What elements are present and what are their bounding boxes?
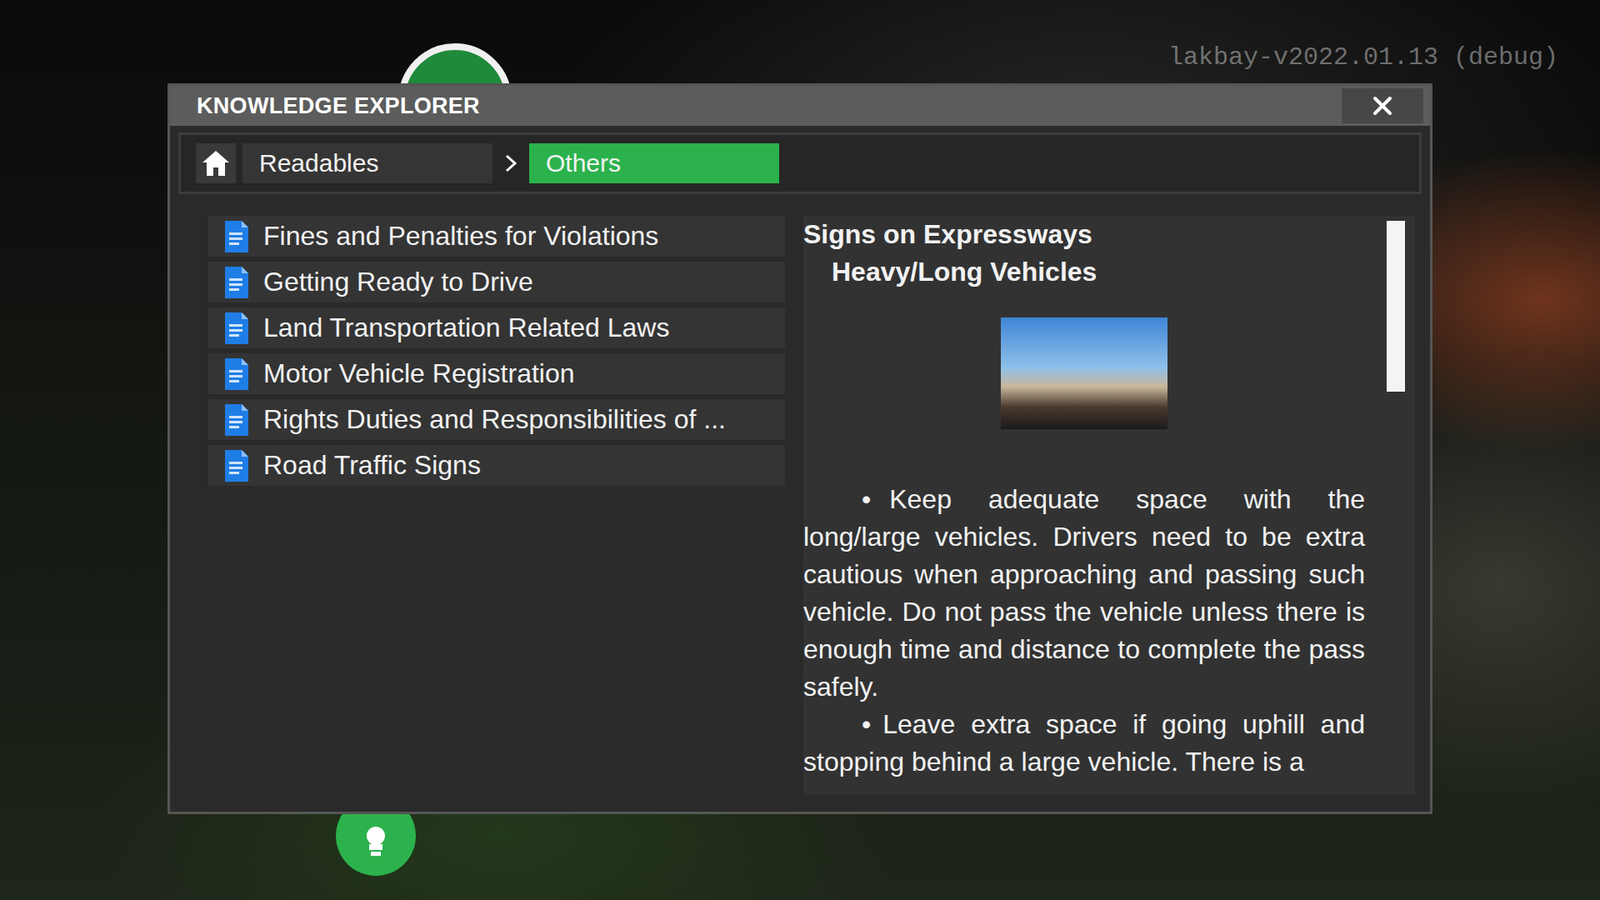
- document-item[interactable]: Fines and Penalties for Violations: [208, 215, 785, 257]
- document-title: Land Transportation Related Laws: [263, 312, 670, 344]
- article-photo: [1000, 317, 1168, 430]
- title-bar: KNOWLEDGE EXPLORER: [170, 85, 1430, 126]
- document-item[interactable]: Land Transportation Related Laws: [208, 307, 785, 349]
- document-icon: [223, 404, 249, 436]
- breadcrumb-bar: Readables Others: [178, 132, 1422, 195]
- article: Signs on Expressways Heavy/Long Vehicles •…: [803, 215, 1387, 795]
- document-icon: [223, 220, 249, 253]
- document-list: Fines and Penalties for Violations Gettin…: [208, 215, 785, 795]
- version-label: lakbay-v2022.01.13 (debug): [1168, 43, 1559, 72]
- document-title: Getting Ready to Drive: [263, 266, 534, 298]
- chevron-icon: [504, 154, 518, 173]
- bulb-icon: [357, 825, 395, 860]
- paragraph-text: Leave extra space if going uphill and st…: [803, 709, 1365, 777]
- close-icon: [1372, 95, 1393, 116]
- document-icon: [223, 450, 249, 482]
- explorer-body: Readables Others Fines and Penalties for V…: [170, 125, 1430, 812]
- article-body: •Keep adequate space with the long/large…: [803, 480, 1365, 781]
- breadcrumb-separator: [499, 154, 523, 173]
- document-item[interactable]: Getting Ready to Drive: [208, 261, 785, 303]
- article-paragraph: •Keep adequate space with the long/large…: [803, 480, 1365, 706]
- article-pane: Signs on Expressways Heavy/Long Vehicles •…: [803, 215, 1415, 795]
- breadcrumb-label: Others: [545, 149, 621, 178]
- document-icon: [223, 358, 249, 390]
- document-icon: [223, 312, 249, 345]
- article-title: Signs on Expressways: [803, 219, 1365, 250]
- bullet: •: [803, 705, 883, 744]
- document-title: Rights Duties and Responsibilities of ..…: [263, 404, 726, 435]
- scrollbar-track[interactable]: [1386, 220, 1405, 790]
- breadcrumb-item[interactable]: Others: [529, 143, 780, 184]
- article-subtitle: Heavy/Long Vehicles: [831, 256, 1365, 288]
- article-paragraph: •Leave extra space if going uphill and s…: [803, 705, 1365, 781]
- home-button[interactable]: [195, 143, 236, 184]
- document-title: Motor Vehicle Registration: [263, 358, 575, 390]
- document-icon: [223, 266, 249, 299]
- breadcrumb-label: Readables: [259, 149, 379, 178]
- explorer-content: Fines and Penalties for Violations Gettin…: [178, 194, 1422, 795]
- knowledge-explorer-window: KNOWLEDGE EXPLORER Readables Others Fines a…: [167, 83, 1433, 815]
- document-item[interactable]: Road Traffic Signs: [208, 445, 785, 486]
- paragraph-text: Keep adequate space with the long/large …: [803, 484, 1365, 702]
- scrollbar-thumb[interactable]: [1386, 220, 1405, 392]
- document-title: Fines and Penalties for Violations: [263, 220, 659, 252]
- document-item[interactable]: Motor Vehicle Registration: [208, 353, 785, 395]
- document-title: Road Traffic Signs: [263, 450, 481, 481]
- close-button[interactable]: [1341, 88, 1424, 124]
- home-icon: [200, 149, 231, 178]
- bullet: •: [803, 480, 890, 519]
- breadcrumb-item[interactable]: Readables: [242, 143, 493, 184]
- window-title: KNOWLEDGE EXPLORER: [196, 93, 480, 120]
- document-item[interactable]: Rights Duties and Responsibilities of ..…: [208, 399, 785, 440]
